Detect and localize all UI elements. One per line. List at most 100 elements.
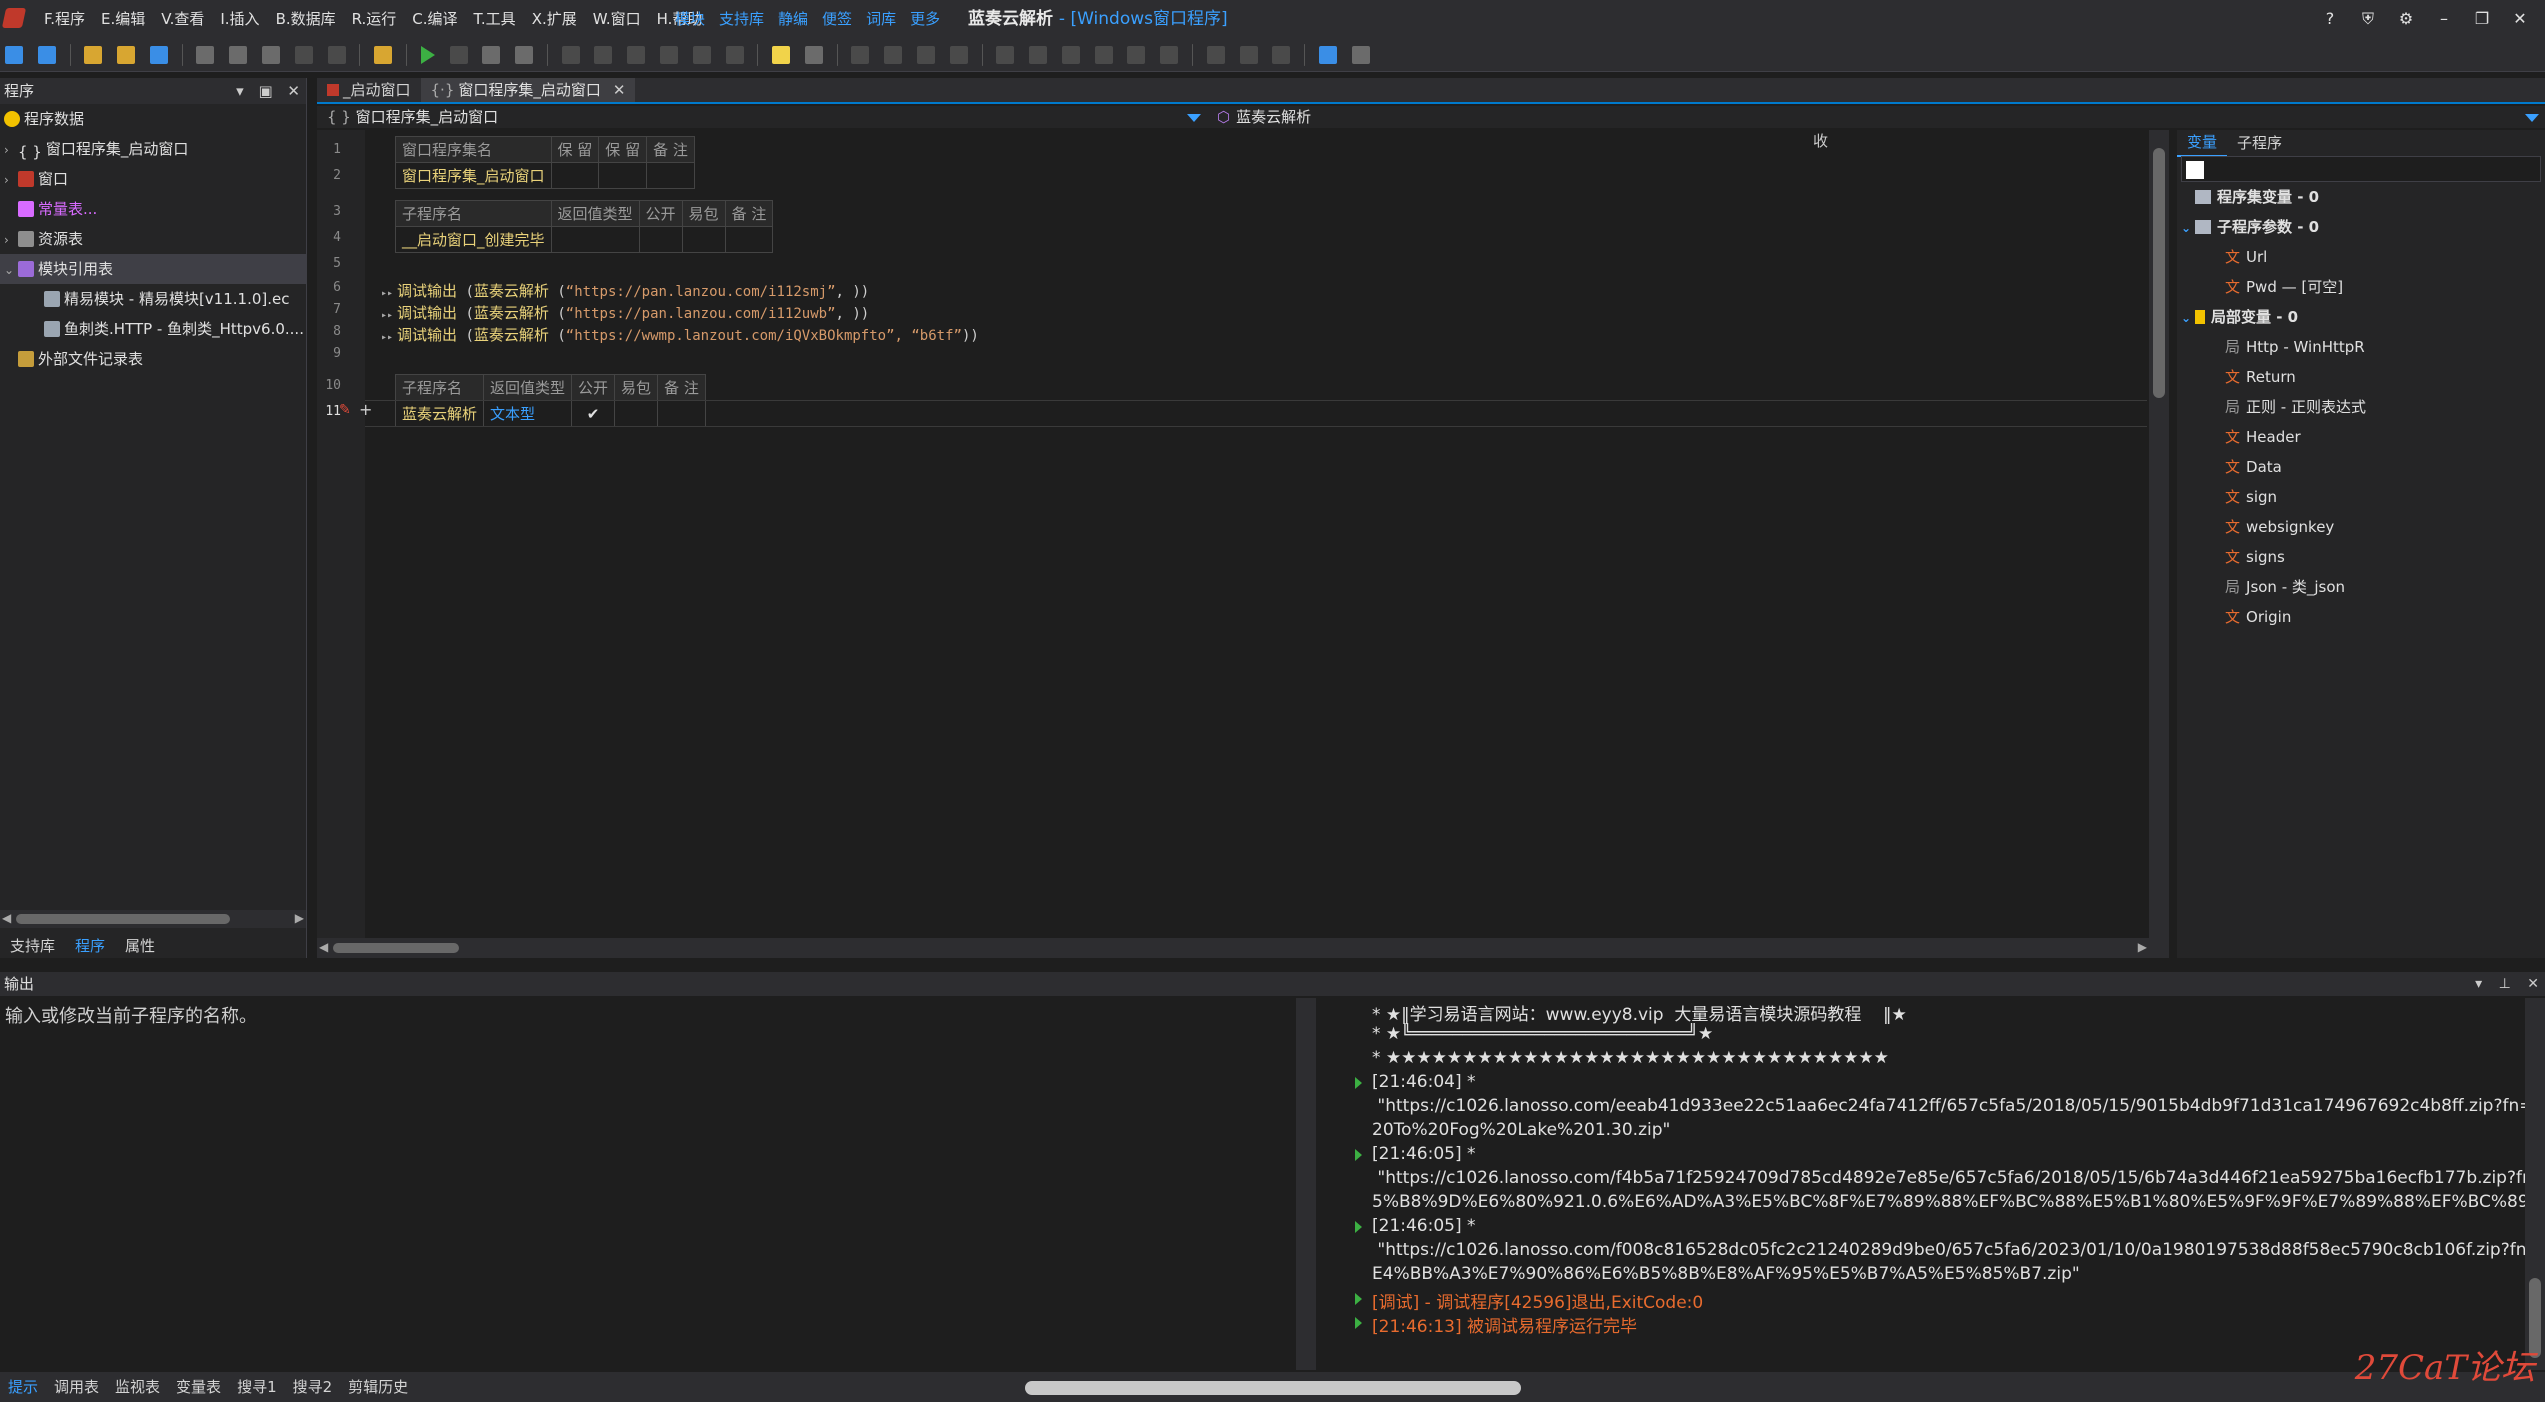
open-file-icon[interactable]: [117, 46, 136, 64]
close-icon[interactable]: ✕: [2501, 0, 2539, 38]
new-file-icon[interactable]: [84, 46, 103, 64]
step-icon[interactable]: [659, 46, 678, 64]
variable-item[interactable]: 文 Url: [2177, 242, 2545, 272]
pin-icon[interactable]: ⊥: [2499, 976, 2511, 992]
panel-tab[interactable]: 程序: [65, 934, 115, 958]
chevron-down-icon[interactable]: [1187, 114, 1201, 122]
distribute-horizontal-icon[interactable]: [1061, 46, 1080, 64]
variable-item[interactable]: 文 websignkey: [2177, 512, 2545, 542]
expand-arrow-icon[interactable]: [1355, 1149, 1362, 1161]
breakpoint-icon[interactable]: [725, 46, 744, 64]
compile-icon[interactable]: [515, 46, 534, 64]
table-cell[interactable]: 窗口程序集_启动窗口: [395, 162, 552, 189]
hint-scrollbar[interactable]: [1296, 998, 1316, 1370]
table-cell[interactable]: [550, 226, 640, 253]
back-icon[interactable]: [5, 46, 23, 64]
align-top-icon[interactable]: [917, 46, 935, 64]
undo-icon[interactable]: [294, 46, 313, 64]
restart-icon[interactable]: [482, 46, 501, 64]
folder-icon[interactable]: [374, 46, 393, 64]
tree-item[interactable]: › 资源表: [0, 224, 306, 254]
variable-item[interactable]: 文 Origin: [2177, 602, 2545, 632]
table-cell[interactable]: ✔: [571, 400, 616, 427]
table-cell[interactable]: [724, 226, 774, 253]
align-left-icon[interactable]: [851, 46, 870, 64]
scroll-right-icon[interactable]: ▶: [2138, 940, 2147, 954]
code-editor[interactable]: 1 2 3 4 5 6 7 8 9 10 11 窗口程序集名保 留保 留备 注 …: [317, 130, 2147, 938]
same-height-icon[interactable]: [1160, 46, 1179, 64]
bottom-tab[interactable]: 提示: [0, 1372, 46, 1402]
tree-item[interactable]: 常量表...: [0, 194, 306, 224]
panel-tab[interactable]: 子程序: [2227, 130, 2292, 156]
close-icon[interactable]: ✕: [2527, 976, 2539, 992]
magic-wand-icon[interactable]: [1318, 46, 1337, 64]
subroutine-selector[interactable]: ⬡ 蓝奏云解析: [1217, 106, 1311, 128]
align-bottom-icon[interactable]: [949, 46, 968, 64]
dropdown-icon[interactable]: ▾: [2475, 976, 2482, 992]
tree-item[interactable]: 精易模块 - 精易模块[v11.1.0].ec: [0, 284, 306, 314]
quick-link[interactable]: 模块: [668, 0, 712, 38]
pointer-icon[interactable]: [804, 46, 823, 64]
variable-item[interactable]: 文 signs: [2177, 542, 2545, 572]
dropdown-icon[interactable]: ▾: [236, 82, 244, 100]
tree-item[interactable]: 鱼刺类.HTTP - 鱼刺类_Httpv6.0....: [0, 314, 306, 344]
add-param-button[interactable]: +: [359, 400, 372, 419]
run-icon[interactable]: [420, 46, 435, 64]
chevron-down-icon[interactable]: ⌄: [2181, 213, 2195, 243]
menu-item[interactable]: B.数据库: [268, 0, 344, 38]
quick-link[interactable]: 便签: [815, 0, 859, 38]
menu-item[interactable]: X.扩展: [524, 0, 585, 38]
step-over-icon[interactable]: [561, 46, 580, 64]
menu-item[interactable]: C.编译: [404, 0, 465, 38]
table-cell[interactable]: [681, 226, 726, 253]
variable-item[interactable]: 文 Header: [2177, 422, 2545, 452]
chevron-icon[interactable]: ›: [4, 165, 18, 195]
quick-link[interactable]: 支持库: [712, 0, 771, 38]
menu-item[interactable]: R.运行: [344, 0, 405, 38]
forward-icon[interactable]: [37, 46, 56, 64]
variable-item[interactable]: 局正则 - 正则表达式: [2177, 392, 2545, 422]
step-into-icon[interactable]: [594, 46, 613, 64]
chevron-icon[interactable]: ›: [4, 135, 18, 165]
assembly-selector[interactable]: { } 窗口程序集_启动窗口: [327, 106, 498, 128]
tree-item[interactable]: ⌄ 模块引用表: [0, 254, 306, 284]
restore-icon[interactable]: ❐: [2463, 0, 2501, 38]
tree-item[interactable]: 程序数据: [0, 104, 306, 134]
variable-item[interactable]: 程序集变量 - 0: [2177, 182, 2545, 212]
center-horizontal-icon[interactable]: [996, 46, 1015, 64]
menu-item[interactable]: V.查看: [153, 0, 212, 38]
copy-icon[interactable]: [229, 46, 248, 64]
scroll-left-icon[interactable]: ◀: [319, 940, 328, 954]
tab-start-window[interactable]: _启动窗口: [317, 78, 421, 102]
table-cell[interactable]: 文本型: [483, 400, 573, 427]
table-cell[interactable]: __启动窗口_创建完毕: [395, 226, 552, 253]
variable-item[interactable]: 文 Pwd — [可空]: [2177, 272, 2545, 302]
step-out-icon[interactable]: [627, 46, 646, 64]
same-width-icon[interactable]: [1127, 46, 1146, 64]
chevron-down-icon[interactable]: [2525, 114, 2539, 122]
bottom-tab[interactable]: 搜寻2: [285, 1372, 341, 1402]
scroll-thumb[interactable]: [2153, 148, 2165, 398]
quick-link[interactable]: 更多: [903, 0, 947, 38]
variable-item[interactable]: ⌄ 局部变量 - 0: [2177, 302, 2545, 332]
variable-item[interactable]: ⌄ 子程序参数 - 0: [2177, 212, 2545, 242]
scroll-right-icon[interactable]: ▶: [295, 911, 304, 925]
skin-icon[interactable]: ⛨: [2349, 0, 2387, 38]
expand-arrow-icon[interactable]: [1355, 1221, 1362, 1233]
table-cell[interactable]: [598, 162, 648, 189]
code-line[interactable]: ▸▸ 调试输出 (蓝奏云解析 (“https://wwmp.lanzout.com…: [381, 324, 979, 345]
panel-tab[interactable]: 属性: [115, 934, 165, 958]
expand-arrow-icon[interactable]: [1355, 1293, 1362, 1305]
output-scrollbar[interactable]: [2525, 998, 2545, 1370]
menu-item[interactable]: F.程序: [36, 0, 93, 38]
run-to-cursor-icon[interactable]: [692, 46, 711, 64]
minimize-icon[interactable]: –: [2425, 0, 2463, 38]
lightbulb-icon[interactable]: [772, 46, 791, 64]
editor-vertical-scrollbar[interactable]: [2149, 130, 2169, 958]
output-log[interactable]: * ★‖学习易语言网站：www.eyy8.vip 大量易语言模块源码教程 ‖★ *…: [1350, 998, 2525, 1370]
variable-item[interactable]: 局 Json - 类_json: [2177, 572, 2545, 602]
bottom-scroll-thumb[interactable]: [1025, 1381, 1521, 1395]
bottom-tab[interactable]: 变量表: [168, 1372, 229, 1402]
collapse-button[interactable]: 收: [1813, 130, 1828, 151]
scroll-left-icon[interactable]: ◀: [2, 911, 11, 925]
